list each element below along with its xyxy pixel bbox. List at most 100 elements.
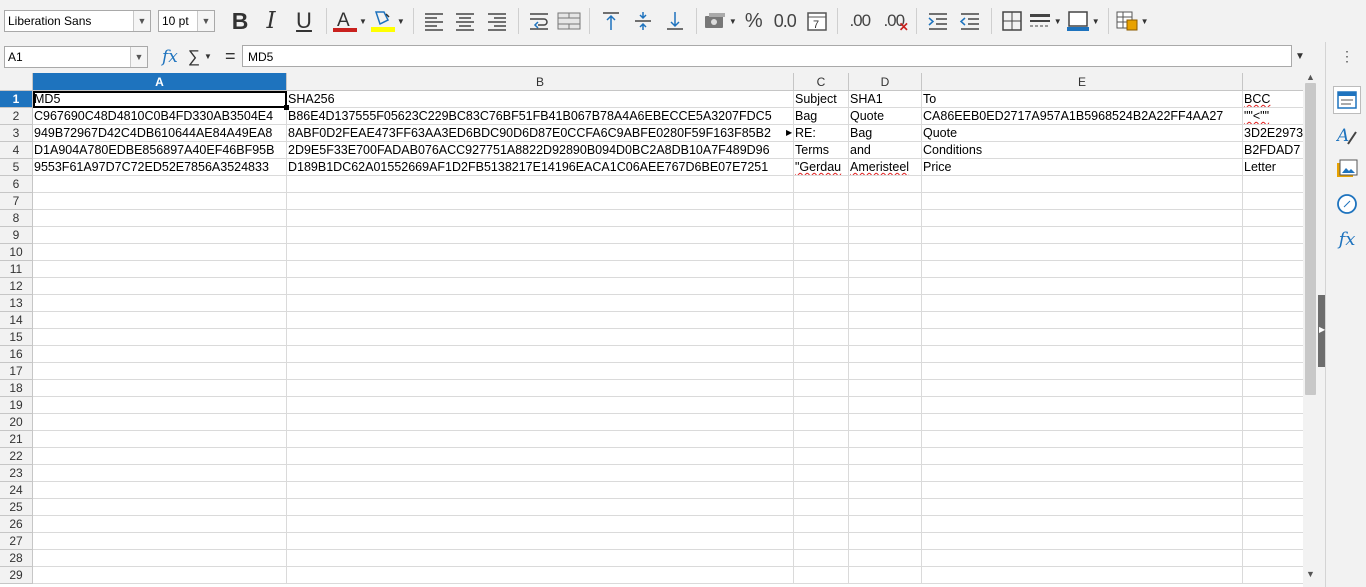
sidebar-collapse-handle[interactable]: ▶ [1318, 295, 1325, 367]
cell-b16[interactable] [287, 346, 794, 363]
cell-c5[interactable]: "Gerdau [794, 159, 849, 176]
add-decimal-button[interactable]: .00 [843, 6, 877, 36]
row-header[interactable]: 19 [0, 397, 33, 414]
cell-b6[interactable] [287, 176, 794, 193]
cell-b23[interactable] [287, 465, 794, 482]
cell-c10[interactable] [794, 244, 849, 261]
sidebar-navigator-button[interactable] [1333, 190, 1361, 218]
cell-f24[interactable] [1243, 482, 1303, 499]
column-header[interactable] [1243, 73, 1303, 91]
cell-b19[interactable] [287, 397, 794, 414]
cell-a21[interactable] [33, 431, 287, 448]
cell-a3[interactable]: 949B72967D42C4DB610644AE84A49EA8 [33, 125, 287, 142]
cell-d19[interactable] [849, 397, 922, 414]
cell-e3[interactable]: Quote [922, 125, 1243, 142]
cell-a27[interactable] [33, 533, 287, 550]
cell-c28[interactable] [794, 550, 849, 567]
cell-f6[interactable] [1243, 176, 1303, 193]
cell-f17[interactable] [1243, 363, 1303, 380]
cell-f26[interactable] [1243, 516, 1303, 533]
row-header[interactable]: 23 [0, 465, 33, 482]
cell-e6[interactable] [922, 176, 1243, 193]
cell-f22[interactable] [1243, 448, 1303, 465]
select-all-corner[interactable] [0, 73, 33, 91]
cell-c16[interactable] [794, 346, 849, 363]
cell-b11[interactable] [287, 261, 794, 278]
cell-d7[interactable] [849, 193, 922, 210]
cell-e20[interactable] [922, 414, 1243, 431]
wrap-text-button[interactable] [524, 6, 554, 36]
cell-b17[interactable] [287, 363, 794, 380]
cell-e27[interactable] [922, 533, 1243, 550]
expand-formula-icon[interactable]: ▼ [1295, 51, 1305, 62]
cell-c19[interactable] [794, 397, 849, 414]
row-header[interactable]: 4 [0, 142, 33, 159]
chevron-down-icon[interactable]: ▼ [204, 52, 212, 61]
cell-d5[interactable]: Ameristeel [849, 159, 922, 176]
border-style-button[interactable] [1027, 6, 1053, 36]
cell-c17[interactable] [794, 363, 849, 380]
cell-a29[interactable] [33, 567, 287, 584]
cell-e9[interactable] [922, 227, 1243, 244]
cell-c15[interactable] [794, 329, 849, 346]
row-header[interactable]: 24 [0, 482, 33, 499]
name-box[interactable]: A1 ▼ [4, 45, 148, 68]
column-header-e[interactable]: E [922, 73, 1243, 91]
cell-a5[interactable]: 9553F61A97D7C72ED52E7856A3524833 [33, 159, 287, 176]
cell-f20[interactable] [1243, 414, 1303, 431]
cell-b7[interactable] [287, 193, 794, 210]
cell-e23[interactable] [922, 465, 1243, 482]
cell-a28[interactable] [33, 550, 287, 567]
cell-d24[interactable] [849, 482, 922, 499]
font-name-value[interactable]: Liberation Sans [5, 11, 133, 31]
align-bottom-button[interactable] [659, 6, 691, 36]
cell-c1[interactable]: Subject [794, 91, 849, 108]
row-header[interactable]: 7 [0, 193, 33, 210]
cell-a6[interactable] [33, 176, 287, 193]
cell-a22[interactable] [33, 448, 287, 465]
cell-b13[interactable] [287, 295, 794, 312]
cell-d12[interactable] [849, 278, 922, 295]
italic-button[interactable]: I [255, 6, 287, 36]
cell-e16[interactable] [922, 346, 1243, 363]
cell-e7[interactable] [922, 193, 1243, 210]
cell-f5[interactable]: Letter [1243, 159, 1303, 176]
row-header[interactable]: 1 [0, 91, 33, 108]
cell-c8[interactable] [794, 210, 849, 227]
cell-d3[interactable]: Bag [849, 125, 922, 142]
borders-button[interactable] [997, 6, 1027, 36]
sidebar-gallery-button[interactable] [1333, 155, 1361, 183]
cell-f4[interactable]: B2FDAD7 [1243, 142, 1303, 159]
cell-d27[interactable] [849, 533, 922, 550]
cell-a12[interactable] [33, 278, 287, 295]
cell-a25[interactable] [33, 499, 287, 516]
cell-d23[interactable] [849, 465, 922, 482]
cell-d11[interactable] [849, 261, 922, 278]
cell-b15[interactable] [287, 329, 794, 346]
cell-a16[interactable] [33, 346, 287, 363]
cell-a4[interactable]: D1A904A780EDBE856897A40EF46BF95B [33, 142, 287, 159]
cell-b29[interactable] [287, 567, 794, 584]
cell-d9[interactable] [849, 227, 922, 244]
cell-e10[interactable] [922, 244, 1243, 261]
scroll-down-icon[interactable]: ▼ [1306, 569, 1315, 579]
cell-a14[interactable] [33, 312, 287, 329]
cell-e13[interactable] [922, 295, 1243, 312]
cell-a20[interactable] [33, 414, 287, 431]
cell-c2[interactable]: Bag [794, 108, 849, 125]
cell-e11[interactable] [922, 261, 1243, 278]
align-middle-button[interactable] [627, 6, 659, 36]
cell-b8[interactable] [287, 210, 794, 227]
font-name-combo[interactable]: Liberation Sans ▼ [4, 10, 151, 32]
number-format-button[interactable]: 0.0 [768, 6, 802, 36]
row-header[interactable]: 15 [0, 329, 33, 346]
percent-format-button[interactable]: % [740, 6, 768, 36]
highlight-color-button[interactable] [370, 6, 396, 36]
sidebar-styles-button[interactable]: A [1333, 121, 1361, 149]
cell-e12[interactable] [922, 278, 1243, 295]
cell-a8[interactable] [33, 210, 287, 227]
chevron-down-icon[interactable]: ▼ [729, 17, 737, 26]
chevron-down-icon[interactable]: ▼ [133, 11, 150, 31]
row-header[interactable]: 21 [0, 431, 33, 448]
cell-c4[interactable]: Terms [794, 142, 849, 159]
